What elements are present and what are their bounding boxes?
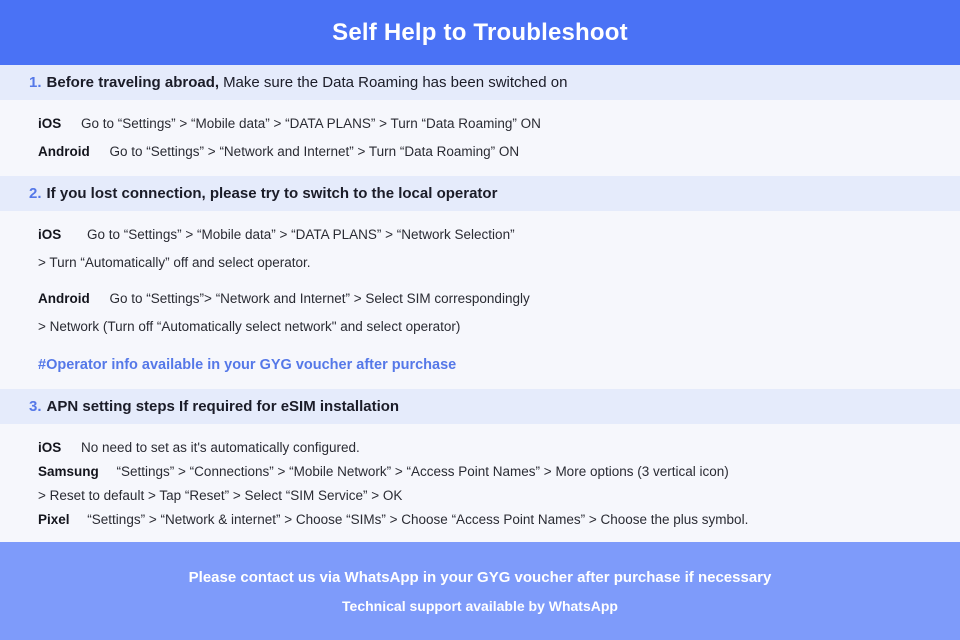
section-heading-2-inner: 2. If you lost connection, please try to… bbox=[0, 185, 497, 202]
section-lead-3: APN setting steps If required for eSIM i… bbox=[46, 398, 400, 415]
operator-info-note: #Operator info available in your GYG vou… bbox=[38, 357, 457, 373]
step-row-android: Android Go to “Settings” > “Network and … bbox=[0, 138, 960, 166]
section-heading-1-inner: 1. Before traveling abroad, Make sure th… bbox=[0, 74, 567, 91]
page-title: Self Help to Troubleshoot bbox=[332, 18, 628, 46]
section-number-3: 3. bbox=[29, 398, 42, 415]
step-text-pixel: “Settings” > “Network & internet” > Choo… bbox=[87, 512, 749, 527]
step-row-ios: iOS No need to set as it's automatically… bbox=[0, 436, 960, 460]
section-number-2: 2. bbox=[29, 185, 42, 202]
section-body-2: iOS Go to “Settings” > “Mobile data” > “… bbox=[0, 211, 960, 389]
step-row-android-cont: > Network (Turn off “Automatically selec… bbox=[0, 313, 960, 341]
step-row-samsung: Samsung “Settings” > “Connections” > “Mo… bbox=[0, 460, 960, 484]
step-row-ios-cont: > Turn “Automatically” off and select op… bbox=[0, 249, 960, 277]
step-label-android: Android bbox=[38, 291, 90, 306]
footer-support-text: Technical support available by WhatsApp bbox=[342, 597, 618, 614]
step-text-android: Go to “Settings” > “Network and Internet… bbox=[109, 144, 520, 159]
step-label-ios: iOS bbox=[38, 116, 62, 131]
step-row-ios: iOS Go to “Settings” > “Mobile data” > “… bbox=[0, 110, 960, 138]
section-heading-1: 1. Before traveling abroad, Make sure th… bbox=[0, 65, 960, 100]
section-body-1: iOS Go to “Settings” > “Mobile data” > “… bbox=[0, 100, 960, 176]
section-heading-2: 2. If you lost connection, please try to… bbox=[0, 176, 960, 211]
section-rest-1: Make sure the Data Roaming has been swit… bbox=[223, 74, 568, 91]
step-label-ios: iOS bbox=[38, 227, 62, 242]
section-lead-2: If you lost connection, please try to sw… bbox=[46, 185, 498, 202]
section-body-3: iOS No need to set as it's automatically… bbox=[0, 424, 960, 542]
step-text-ios: Go to “Settings” > “Mobile data” > “DATA… bbox=[81, 116, 541, 131]
section-lead-1: Before traveling abroad, bbox=[46, 74, 220, 91]
step-row-pixel: Pixel “Settings” > “Network & internet” … bbox=[0, 508, 960, 532]
step-label-pixel: Pixel bbox=[38, 512, 70, 527]
step-text-ios: Go to “Settings” > “Mobile data” > “DATA… bbox=[87, 227, 515, 242]
troubleshoot-page: Self Help to Troubleshoot 1. Before trav… bbox=[0, 0, 960, 640]
step-text-samsung: “Settings” > “Connections” > “Mobile Net… bbox=[116, 464, 729, 479]
section-number-1: 1. bbox=[29, 74, 42, 91]
step-label-samsung: Samsung bbox=[38, 464, 99, 479]
footer-contact-text: Please contact us via WhatsApp in your G… bbox=[188, 568, 772, 586]
step-label-ios: iOS bbox=[38, 440, 62, 455]
step-row-ios: iOS Go to “Settings” > “Mobile data” > “… bbox=[0, 221, 960, 249]
page-footer: Please contact us via WhatsApp in your G… bbox=[0, 542, 960, 640]
step-text-ios-cont: > Turn “Automatically” off and select op… bbox=[38, 255, 311, 270]
section-heading-3: 3. APN setting steps If required for eSI… bbox=[0, 389, 960, 424]
step-text-android: Go to “Settings”> “Network and Internet”… bbox=[109, 291, 530, 306]
section-heading-3-inner: 3. APN setting steps If required for eSI… bbox=[0, 398, 399, 415]
step-row-android: Android Go to “Settings”> “Network and I… bbox=[0, 285, 960, 313]
step-label-android: Android bbox=[38, 144, 90, 159]
step-text-android-cont: > Network (Turn off “Automatically selec… bbox=[38, 319, 461, 334]
step-text-samsung-cont: > Reset to default > Tap “Reset” > Selec… bbox=[38, 488, 403, 503]
page-header: Self Help to Troubleshoot bbox=[0, 0, 960, 65]
step-row-samsung-cont: > Reset to default > Tap “Reset” > Selec… bbox=[0, 484, 960, 508]
step-text-ios: No need to set as it's automatically con… bbox=[81, 440, 360, 455]
